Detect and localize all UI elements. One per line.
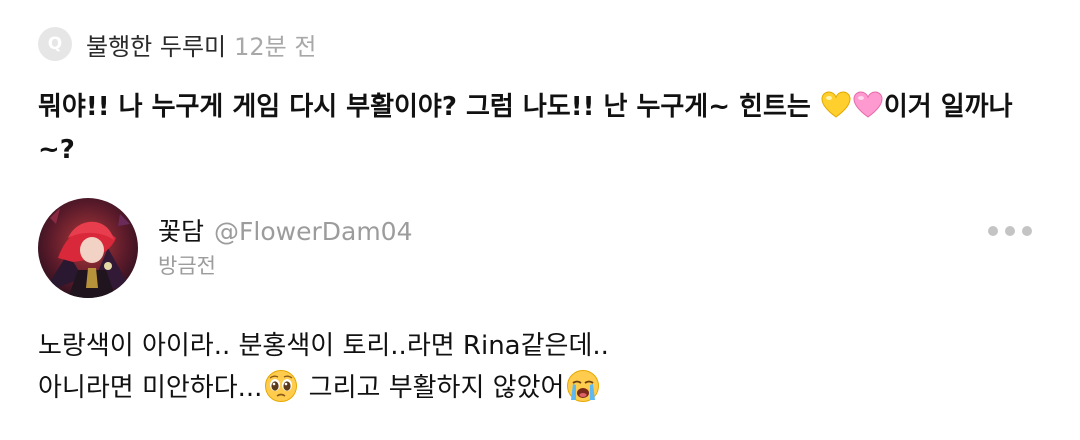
comment-line2-part1: 아니라면 미안하다... [38, 373, 263, 403]
crying-face-icon [567, 370, 600, 402]
more-options-button[interactable] [988, 220, 1032, 242]
comment-line-2: 아니라면 미안하다... 그리고 부활하지 않았어 [38, 367, 1038, 409]
comment-author-name[interactable]: 꽃담 [158, 212, 204, 248]
comment-author-handle[interactable]: @FlowerDam04 [214, 217, 412, 246]
avatar-illustration-icon [38, 198, 138, 298]
comment-time: 방금전 [158, 254, 216, 278]
quoted-post-header: Q 불행한 두루미 12분 전 [38, 26, 316, 62]
comment-line-1: 노랑색이 아이라.. 분홍색이 토리..라면 Rina같은데.. [38, 331, 609, 361]
quoted-post-time: 12분 전 [234, 32, 317, 61]
yellow-heart-icon [821, 91, 851, 118]
quoted-author-name[interactable]: 불행한 두루미 [86, 27, 226, 62]
quoted-text-part1: 뭐야!! 나 누구게 게임 다시 부활이야? 그럼 나도!! 난 누구게~ 힌트… [38, 92, 820, 122]
avatar[interactable] [38, 198, 138, 298]
quoted-post-text: 뭐야!! 나 누구게 게임 다시 부활이야? 그럼 나도!! 난 누구게~ 힌트… [38, 86, 1038, 172]
more-dot-icon [1022, 226, 1032, 236]
pink-heart-icon [853, 91, 883, 118]
more-dot-icon [1005, 226, 1015, 236]
comment-text: 노랑색이 아이라.. 분홍색이 토리..라면 Rina같은데.. 아니라면 미안… [38, 325, 1038, 409]
pleading-face-icon [265, 370, 298, 402]
question-badge-icon: Q [38, 27, 72, 61]
more-dot-icon [988, 226, 998, 236]
comment-line2-part2: 그리고 부활하지 않았어 [300, 373, 565, 403]
comment-author-line: 꽃담 @FlowerDam04 [158, 212, 412, 248]
